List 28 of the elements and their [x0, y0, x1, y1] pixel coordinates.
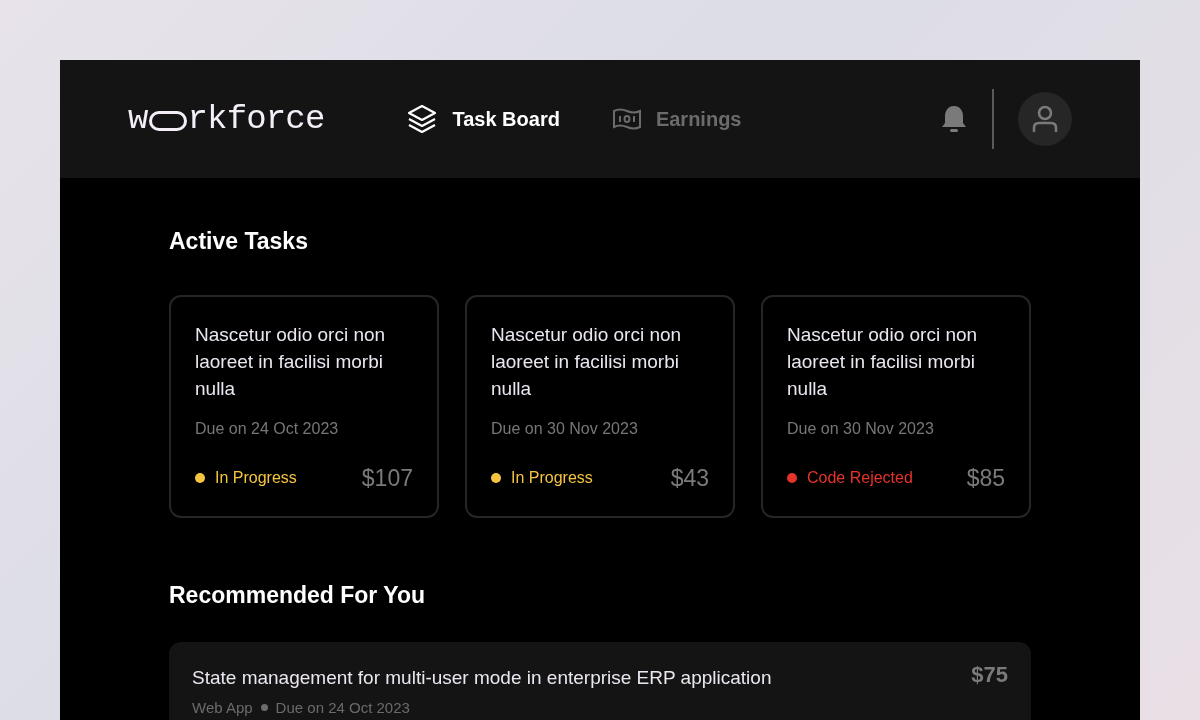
task-card[interactable]: Nascetur odio orci non laoreet in facilisi morbi nulla Due on 30 Nov 2023 Code Rejected $85 [761, 294, 1031, 518]
logo: w rkforce [128, 98, 325, 140]
task-title: State management for multi-user mode in enterprise ERP application [192, 666, 772, 690]
user-icon [1032, 105, 1058, 133]
layers-icon [406, 103, 439, 135]
notification-bell-icon[interactable] [940, 104, 968, 134]
task-title: Nascetur odio orci non laoreet in facilisi morbi nulla [787, 322, 979, 401]
task-title: Nascetur odio orci non laoreet in facilisi morbi nulla [195, 322, 387, 401]
due-date: Due on 24 Oct 2023 [195, 418, 340, 439]
price: $85 [966, 464, 1005, 493]
category-label: Web App [192, 697, 253, 718]
status-label: In Progress [215, 468, 297, 489]
due-date: Due on 24 Oct 2023 [275, 697, 410, 718]
price: $75 [971, 661, 1008, 689]
section-title: Recommended For You [169, 580, 427, 610]
status-label: In Progress [511, 468, 593, 489]
due-date: Due on 30 Nov 2023 [491, 418, 639, 439]
banknote-icon [611, 107, 642, 131]
task-card[interactable]: Nascetur odio orci non laoreet in facilisi morbi nulla Due on 24 Oct 2023 In Progress $107 [169, 294, 439, 518]
recommended-task-card[interactable]: State management for multi-user mode in enterprise ERP application Web App Due on 24 Oct 2023 $75 [169, 642, 1031, 720]
due-date: Due on 30 Nov 2023 [787, 418, 935, 439]
nav-tab[interactable]: Task Board [406, 103, 560, 135]
price: $43 [670, 464, 709, 493]
section-title: Active Tasks [169, 227, 309, 256]
price: $107 [361, 464, 413, 493]
task-title: Nascetur odio orci non laoreet in facilisi morbi nulla [491, 322, 683, 401]
task-card[interactable]: Nascetur odio orci non laoreet in facilisi morbi nulla Due on 30 Nov 2023 In Progress $43 [465, 294, 735, 518]
status-label: Code Rejected [807, 468, 913, 489]
